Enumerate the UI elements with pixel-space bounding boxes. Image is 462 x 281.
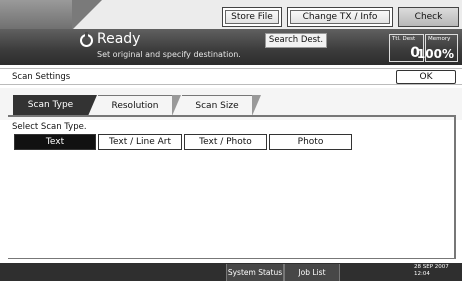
time-text: 12:04 — [414, 271, 430, 277]
scan-settings-title: Scan Settings — [12, 72, 71, 82]
date-time-display: 28 SEP 2007 12:04 — [414, 264, 449, 278]
tab-resolution[interactable]: Resolution — [98, 95, 172, 116]
tab-resolution-edge — [172, 95, 181, 116]
total-destinations-label: Ttl. Dest — [392, 36, 416, 42]
ready-status: Ready — [97, 31, 141, 47]
scan-type-text-line-art-button[interactable]: Text / Line Art — [98, 134, 182, 150]
memory-label: Memory — [428, 36, 451, 42]
ok-button[interactable]: OK — [396, 70, 456, 84]
scan-type-photo-button[interactable]: Photo — [269, 134, 352, 150]
scan-type-text-button[interactable]: Text — [14, 134, 96, 150]
status-message: Set original and specify destination. — [97, 50, 241, 59]
tab-scan-size-edge — [252, 95, 261, 116]
tab-scan-type[interactable]: Scan Type — [13, 95, 88, 116]
memory-counter: Memory 100% — [417, 34, 458, 62]
tab-scan-size[interactable]: Scan Size — [182, 95, 252, 116]
tab-scan-type-edge — [88, 95, 97, 116]
system-status-button[interactable]: System Status — [226, 264, 284, 281]
power-icon — [80, 32, 93, 47]
store-file-button[interactable]: Store File — [222, 7, 282, 27]
change-tx-info-button[interactable]: Change TX / Info — [287, 7, 393, 27]
top-bar-shade — [0, 0, 72, 30]
tab-underline — [8, 115, 456, 117]
select-scan-type-label: Select Scan Type. — [12, 122, 87, 132]
content-bottom-border — [8, 258, 456, 259]
memory-value: 100% — [416, 47, 454, 61]
scan-type-text-photo-button[interactable]: Text / Photo — [184, 134, 267, 150]
top-bar-fold — [72, 0, 102, 30]
search-destination-button[interactable]: Search Dest. — [265, 33, 327, 48]
date-text: 28 SEP 2007 — [414, 264, 449, 270]
check-modes-button[interactable]: Check Modes — [398, 7, 459, 40]
job-list-button[interactable]: Job List — [284, 264, 340, 281]
content-right-border — [454, 117, 456, 259]
